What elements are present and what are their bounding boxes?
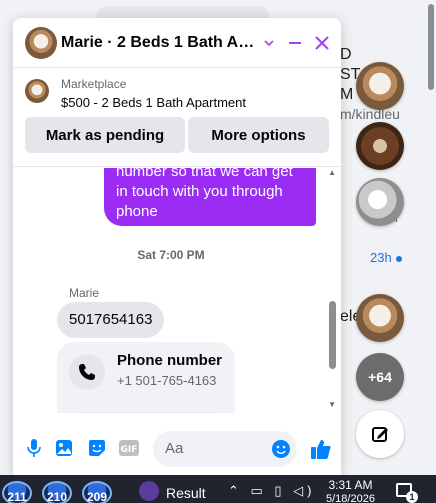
- message-input-placeholder: Aa: [165, 440, 184, 457]
- scroll-up-arrow-icon[interactable]: ▲: [328, 168, 336, 177]
- chat-head-avatar[interactable]: [356, 178, 404, 226]
- listing-thumbnail: [25, 79, 49, 103]
- scroll-down-arrow-icon[interactable]: ▼: [328, 400, 336, 409]
- listing-title[interactable]: $500 - 2 Beds 1 Bath Apartment: [61, 95, 246, 110]
- thread-scrollbar-thumb[interactable]: [329, 301, 336, 369]
- sent-message: number so that we can get in touch with …: [104, 168, 316, 226]
- background-text: M: [340, 86, 354, 103]
- clock-time: 3:31 AM: [328, 478, 373, 492]
- emoji-icon[interactable]: [271, 439, 291, 459]
- photo-icon[interactable]: [53, 437, 75, 459]
- background-timestamp: 23h: [370, 250, 402, 265]
- background-text: D: [340, 46, 352, 63]
- message-timestamp: Sat 7:00 PM: [137, 248, 205, 262]
- page-scrollbar-thumb[interactable]: [428, 4, 434, 90]
- gif-icon[interactable]: GIF: [118, 437, 140, 459]
- taskbar-clock[interactable]: 3:31 AM 5/18/2026: [326, 478, 375, 503]
- more-chats-count: +64: [368, 369, 392, 385]
- contact-label: Phone number: [117, 352, 223, 369]
- composer-bar: GIF Aa: [13, 423, 341, 473]
- chat-head-avatar[interactable]: [356, 62, 404, 110]
- message-thread[interactable]: number so that we can get in touch with …: [13, 168, 341, 413]
- like-icon[interactable]: [309, 437, 333, 461]
- chat-head-avatar[interactable]: [356, 122, 404, 170]
- phone-contact-card[interactable]: Phone number +1 501-765-4163: [57, 342, 235, 413]
- clock-date: 5/18/2026: [326, 493, 375, 503]
- sender-name: Marie: [69, 286, 100, 300]
- unread-dot-icon: [395, 255, 402, 262]
- more-chats-button[interactable]: +64: [356, 353, 404, 401]
- contact-card-button[interactable]: [73, 412, 219, 413]
- listing-banner[interactable]: Marketplace $500 - 2 Beds 1 Bath Apartme…: [13, 69, 341, 167]
- svg-text:GIF: GIF: [121, 445, 138, 455]
- taskbar-app-label[interactable]: Result: [166, 485, 206, 501]
- system-tray-icons[interactable]: ⌃ ▭ ▯ ◁): [228, 483, 316, 499]
- chevron-down-icon[interactable]: [257, 31, 281, 55]
- minimize-icon[interactable]: [283, 31, 307, 55]
- taskbar-app-badge[interactable]: 209: [82, 481, 112, 503]
- chat-title[interactable]: Marie · 2 Beds 1 Bath Apar...: [61, 34, 261, 52]
- chat-avatar[interactable]: [25, 26, 57, 59]
- chat-window: Marie · 2 Beds 1 Bath Apar... Marketplac…: [13, 18, 341, 475]
- sticker-icon[interactable]: [86, 437, 108, 459]
- chat-header[interactable]: Marie · 2 Beds 1 Bath Apar...: [13, 18, 341, 68]
- phone-icon: [69, 354, 105, 390]
- listing-source: Marketplace: [61, 77, 127, 91]
- received-message: 5017654163: [57, 302, 165, 338]
- notification-count: 1: [406, 491, 418, 503]
- taskbar: 211 210 209 Result ⌃ ▭ ▯ ◁) 3:31 AM 5/18…: [0, 475, 436, 503]
- message-input[interactable]: Aa: [153, 431, 297, 467]
- microphone-icon[interactable]: [23, 437, 45, 459]
- new-message-button[interactable]: [356, 410, 404, 458]
- contact-number: +1 501-765-4163: [117, 373, 217, 388]
- chat-head-avatar[interactable]: [356, 294, 404, 342]
- close-icon[interactable]: [310, 31, 334, 55]
- compose-icon: [372, 427, 388, 442]
- taskbar-app-badge[interactable]: 211: [2, 481, 32, 503]
- taskbar-app-icon[interactable]: [139, 481, 159, 501]
- more-options-button[interactable]: More options: [188, 117, 329, 153]
- background-link-text[interactable]: m/kindleu: [340, 106, 400, 122]
- taskbar-app-badge[interactable]: 210: [42, 481, 72, 503]
- mark-as-pending-button[interactable]: Mark as pending: [25, 117, 185, 153]
- page-scrollbar[interactable]: [426, 0, 436, 475]
